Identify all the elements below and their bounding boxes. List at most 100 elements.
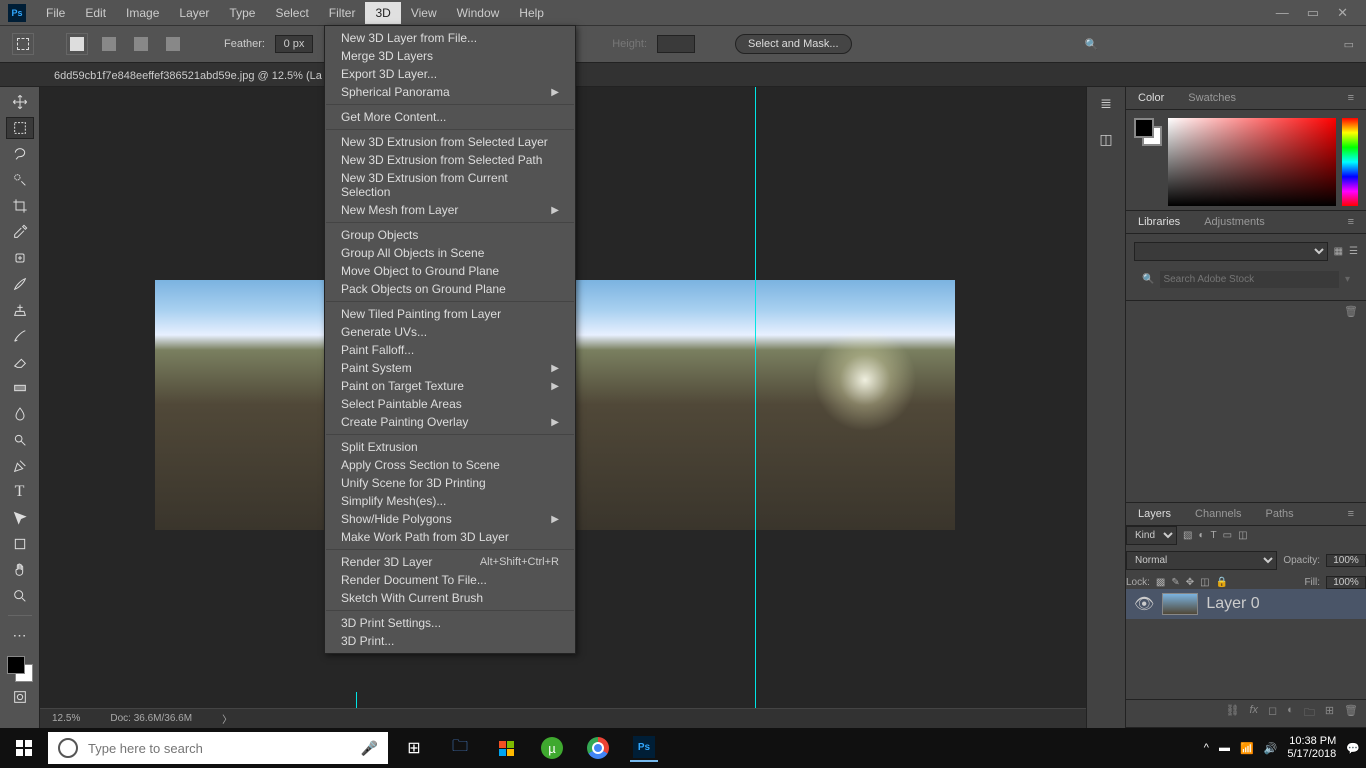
- menu-item[interactable]: Select Paintable Areas: [325, 395, 575, 413]
- tab-swatches[interactable]: Swatches: [1176, 87, 1248, 109]
- history-brush-tool[interactable]: [6, 325, 34, 347]
- menu-help[interactable]: Help: [509, 2, 554, 24]
- photoshop-taskbar-icon[interactable]: Ps: [630, 734, 658, 762]
- panel-menu-icon[interactable]: ≡: [1336, 503, 1366, 525]
- tab-color[interactable]: Color: [1126, 87, 1176, 109]
- menu-edit[interactable]: Edit: [75, 2, 116, 24]
- menu-layer[interactable]: Layer: [169, 2, 219, 24]
- guide-vertical[interactable]: [755, 87, 756, 728]
- menu-item[interactable]: Paint Falloff...: [325, 341, 575, 359]
- adjustment-layer-icon[interactable]: ◐: [1287, 704, 1294, 723]
- menu-file[interactable]: File: [36, 2, 75, 24]
- menu-item[interactable]: Apply Cross Section to Scene: [325, 456, 575, 474]
- zoom-level[interactable]: 12.5%: [52, 713, 80, 724]
- lock-position-icon[interactable]: ✥: [1186, 577, 1194, 588]
- clock[interactable]: 10:38 PM 5/17/2018: [1287, 735, 1336, 761]
- menu-item[interactable]: Make Work Path from 3D Layer: [325, 528, 575, 546]
- grid-view-icon[interactable]: ▦: [1334, 246, 1343, 257]
- lock-paint-icon[interactable]: ✎: [1171, 577, 1179, 588]
- dodge-tool[interactable]: [6, 429, 34, 451]
- menu-item[interactable]: Create Painting Overlay▶: [325, 413, 575, 431]
- menu-item[interactable]: New 3D Extrusion from Current Selection: [325, 169, 575, 201]
- menu-image[interactable]: Image: [116, 2, 169, 24]
- trash-icon[interactable]: 🗑: [1344, 305, 1358, 318]
- group-icon[interactable]: 🗀: [1304, 704, 1315, 723]
- dropdown-icon[interactable]: ▾: [1345, 274, 1350, 285]
- healing-brush-tool[interactable]: [6, 247, 34, 269]
- filter-shape-icon[interactable]: ▭: [1223, 530, 1232, 541]
- chrome-icon[interactable]: [584, 734, 612, 762]
- list-view-icon[interactable]: ☰: [1349, 246, 1358, 257]
- menu-item[interactable]: Spherical Panorama▶: [325, 83, 575, 101]
- store-icon[interactable]: [492, 734, 520, 762]
- eyedropper-tool[interactable]: [6, 221, 34, 243]
- workspace-icon[interactable]: ▭: [1344, 38, 1354, 51]
- selection-new-icon[interactable]: [66, 33, 88, 55]
- marquee-tool[interactable]: [6, 117, 34, 139]
- utorrent-icon[interactable]: µ: [538, 734, 566, 762]
- menu-item[interactable]: Sketch With Current Brush: [325, 589, 575, 607]
- layer-name[interactable]: Layer 0: [1206, 595, 1259, 613]
- close-icon[interactable]: ✕: [1337, 5, 1348, 21]
- feather-input[interactable]: [275, 35, 313, 53]
- menu-item[interactable]: New 3D Layer from File...: [325, 29, 575, 47]
- visibility-icon[interactable]: 👁: [1134, 594, 1154, 614]
- lock-artboard-icon[interactable]: ◫: [1200, 577, 1209, 588]
- layer-item[interactable]: 👁 Layer 0: [1126, 589, 1366, 619]
- blur-tool[interactable]: [6, 403, 34, 425]
- fill-input[interactable]: [1326, 576, 1366, 589]
- pen-tool[interactable]: [6, 455, 34, 477]
- quick-mask-icon[interactable]: [6, 686, 34, 708]
- minimize-icon[interactable]: —: [1276, 5, 1289, 21]
- menu-item[interactable]: Export 3D Layer...: [325, 65, 575, 83]
- foreground-background-swatch[interactable]: [1134, 118, 1162, 146]
- maximize-icon[interactable]: ▭: [1307, 5, 1319, 21]
- panel-menu-icon[interactable]: ≡: [1336, 87, 1366, 109]
- start-button[interactable]: [0, 728, 48, 768]
- filter-smart-icon[interactable]: ◫: [1238, 530, 1247, 541]
- brush-tool[interactable]: [6, 273, 34, 295]
- properties-panel-icon[interactable]: ◫: [1096, 129, 1116, 149]
- menu-item[interactable]: Get More Content...: [325, 108, 575, 126]
- new-layer-icon[interactable]: ⊞: [1325, 704, 1334, 723]
- selection-add-icon[interactable]: [98, 33, 120, 55]
- menu-item[interactable]: 3D Print...: [325, 632, 575, 650]
- menu-item[interactable]: 3D Print Settings...: [325, 614, 575, 632]
- hand-tool[interactable]: [6, 559, 34, 581]
- move-tool[interactable]: [6, 91, 34, 113]
- layer-mask-icon[interactable]: ◻: [1268, 704, 1277, 723]
- file-explorer-icon[interactable]: 🗀: [446, 734, 474, 762]
- menu-item[interactable]: New Mesh from Layer▶: [325, 201, 575, 219]
- selection-subtract-icon[interactable]: [130, 33, 152, 55]
- library-select[interactable]: [1134, 242, 1328, 261]
- menu-item[interactable]: Paint System▶: [325, 359, 575, 377]
- link-layers-icon[interactable]: ⛓: [1225, 704, 1239, 723]
- crop-tool[interactable]: [6, 195, 34, 217]
- menu-view[interactable]: View: [401, 2, 447, 24]
- color-field[interactable]: [1168, 118, 1336, 206]
- menu-filter[interactable]: Filter: [319, 2, 366, 24]
- menu-select[interactable]: Select: [265, 2, 318, 24]
- menu-item[interactable]: Render Document To File...: [325, 571, 575, 589]
- tab-libraries[interactable]: Libraries: [1126, 211, 1192, 233]
- menu-item[interactable]: Show/Hide Polygons▶: [325, 510, 575, 528]
- marquee-tool-preset-icon[interactable]: [12, 33, 34, 55]
- height-input[interactable]: [657, 35, 695, 53]
- type-tool[interactable]: T: [6, 481, 34, 503]
- opacity-input[interactable]: [1326, 554, 1366, 567]
- lock-transparent-icon[interactable]: ▩: [1156, 577, 1165, 588]
- document-tab[interactable]: 6dd59cb1f7e848eeffef386521abd59e.jpg @ 1…: [44, 66, 332, 86]
- hue-slider[interactable]: [1342, 118, 1358, 206]
- mic-icon[interactable]: 🎤: [361, 740, 378, 757]
- more-tools-icon[interactable]: ⋯: [6, 624, 34, 646]
- eraser-tool[interactable]: [6, 351, 34, 373]
- layer-kind-filter[interactable]: Kind: [1126, 526, 1177, 545]
- menu-item[interactable]: Merge 3D Layers: [325, 47, 575, 65]
- tab-adjustments[interactable]: Adjustments: [1192, 211, 1277, 233]
- menu-3d[interactable]: 3D: [365, 2, 400, 24]
- menu-item[interactable]: Group Objects: [325, 226, 575, 244]
- menu-item[interactable]: Paint on Target Texture▶: [325, 377, 575, 395]
- filter-adjust-icon[interactable]: ◐: [1198, 530, 1204, 541]
- menu-item[interactable]: Render 3D LayerAlt+Shift+Ctrl+R: [325, 553, 575, 571]
- status-arrow-icon[interactable]: 〉: [222, 711, 232, 726]
